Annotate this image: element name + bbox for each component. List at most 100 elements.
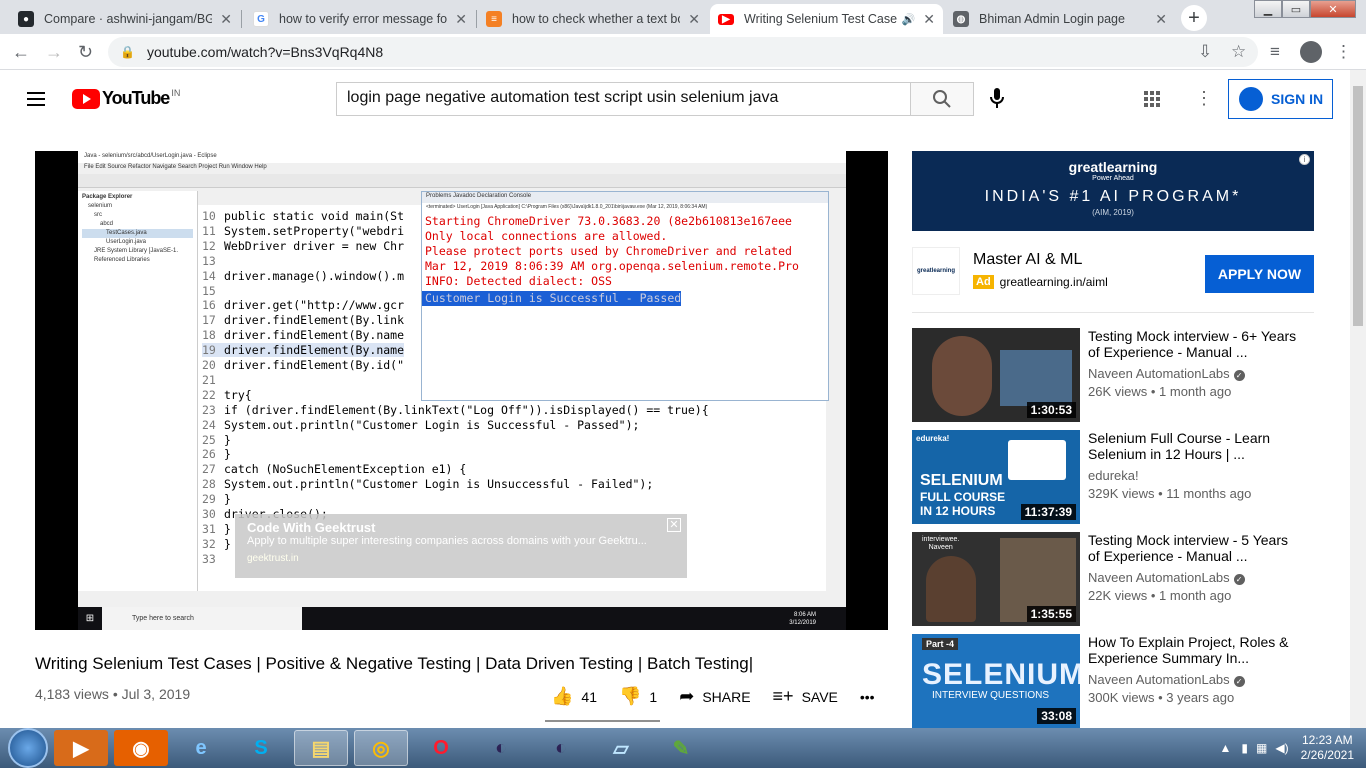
close-tab-icon[interactable]: ✕ bbox=[688, 11, 700, 28]
clock-time: 12:23 AM bbox=[1301, 733, 1353, 747]
volume-icon[interactable]: ◀) bbox=[1275, 741, 1288, 755]
tab-youtube-active[interactable]: ▶ Writing Selenium Test Case 🔊 ✕ bbox=[710, 4, 943, 34]
eclipse-icon[interactable]: ◐ bbox=[474, 730, 528, 766]
recommendation-title: How To Explain Project, Roles & Experien… bbox=[1088, 634, 1289, 666]
audio-playing-icon[interactable]: 🔊 bbox=[902, 13, 916, 26]
minimize-button[interactable]: ▁ bbox=[1254, 0, 1282, 18]
new-tab-button[interactable]: + bbox=[1181, 5, 1207, 31]
tab-stackoverflow[interactable]: ≡ how to check whether a text bo ✕ bbox=[478, 4, 708, 34]
firefox-icon[interactable]: ◉ bbox=[114, 730, 168, 766]
search-input[interactable]: login page negative automation test scri… bbox=[336, 82, 911, 116]
tab-google-search[interactable]: G how to verify error message for ✕ bbox=[245, 4, 475, 34]
thumb-text: INTERVIEW QUESTIONS bbox=[932, 690, 1050, 701]
search-button[interactable] bbox=[910, 82, 974, 116]
recommendation-item[interactable]: 1:30:53 Testing Mock interview - 6+ Year… bbox=[912, 328, 1342, 422]
lock-icon: 🔒 bbox=[120, 45, 135, 59]
video-meta: 4,183 views • Jul 3, 2019 bbox=[35, 686, 191, 702]
channel-label: Naveen AutomationLabs bbox=[1088, 366, 1230, 381]
close-tab-icon[interactable]: ✕ bbox=[455, 11, 467, 28]
file-explorer-icon[interactable]: ▤ bbox=[294, 730, 348, 766]
url-bar[interactable]: 🔒 youtube.com/watch?v=Bns3VqRq4N8 bbox=[108, 37, 1258, 67]
media-control-icon[interactable]: ≡ bbox=[1270, 42, 1280, 62]
code-line: 12 WebDriver driver = new Chr bbox=[202, 239, 404, 253]
divider bbox=[912, 312, 1314, 313]
install-icon[interactable]: ⇩ bbox=[1198, 42, 1212, 62]
video-thumbnail[interactable]: interviewee. Naveen 1:35:55 bbox=[912, 532, 1080, 626]
thumb-text: interviewee. bbox=[922, 536, 960, 543]
like-button[interactable]: 👍 41 bbox=[551, 686, 597, 707]
scrollbar-thumb[interactable] bbox=[1353, 86, 1363, 326]
close-tab-icon[interactable]: ✕ bbox=[1155, 11, 1167, 28]
tray-expand-icon[interactable]: ▲ bbox=[1220, 741, 1232, 755]
video-thumbnail[interactable]: 1:30:53 bbox=[912, 328, 1080, 422]
thumb-text: edureka! bbox=[916, 434, 950, 443]
tab-bhiman-admin[interactable]: ◍ Bhiman Admin Login page ✕ bbox=[945, 4, 1175, 34]
ad-banner[interactable]: greatlearning Power Ahead INDIA'S #1 AI P… bbox=[912, 151, 1314, 231]
channel-label: Naveen AutomationLabs bbox=[1088, 570, 1230, 585]
system-clock[interactable]: 12:23 AM 2/26/2021 bbox=[1301, 733, 1354, 763]
internet-explorer-icon[interactable]: e bbox=[174, 730, 228, 766]
video-player[interactable]: Java - selenium/src/abcd/UserLogin.java … bbox=[35, 151, 888, 630]
forward-icon[interactable]: → bbox=[45, 42, 63, 63]
sign-in-button[interactable]: SIGN IN bbox=[1228, 79, 1333, 119]
apply-now-button[interactable]: APPLY NOW bbox=[1205, 255, 1314, 293]
playlist-add-icon: ≡+ bbox=[772, 686, 794, 706]
close-tab-icon[interactable]: ✕ bbox=[220, 11, 232, 28]
start-button[interactable] bbox=[8, 728, 48, 768]
ad-info-icon[interactable]: i bbox=[1299, 154, 1310, 165]
media-player-icon[interactable]: ▶ bbox=[54, 730, 108, 766]
line-number: 21 bbox=[202, 372, 216, 387]
code-line: 15 bbox=[202, 284, 224, 298]
reload-icon[interactable]: ↻ bbox=[78, 42, 93, 63]
menu-dots-icon[interactable]: ⋮ bbox=[1335, 42, 1352, 62]
more-actions-icon[interactable]: ••• bbox=[860, 689, 875, 705]
video-thumbnail[interactable]: edureka! SELENIUM FULL COURSE IN 12 HOUR… bbox=[912, 430, 1080, 524]
recommendation-item[interactable]: Part -4 SELENIUM INTERVIEW QUESTIONS 33:… bbox=[912, 634, 1342, 728]
close-window-button[interactable]: ✕ bbox=[1310, 0, 1356, 18]
page-scrollbar[interactable] bbox=[1350, 70, 1366, 728]
view-count: 22K views • 1 month ago bbox=[1088, 588, 1232, 603]
battery-icon[interactable]: ▮ bbox=[1241, 741, 1248, 755]
dislike-count: 1 bbox=[649, 688, 658, 705]
notepad-icon[interactable]: ▱ bbox=[594, 730, 648, 766]
recommendation-item[interactable]: edureka! SELENIUM FULL COURSE IN 12 HOUR… bbox=[912, 430, 1342, 524]
code-text: System.setProperty("webdri bbox=[224, 223, 405, 238]
code-line: 17 driver.findElement(By.link bbox=[202, 313, 404, 327]
save-button[interactable]: ≡+ SAVE bbox=[773, 686, 838, 707]
explorer-item: Referenced Libraries bbox=[94, 257, 150, 263]
network-icon[interactable]: ▦ bbox=[1256, 741, 1267, 755]
microphone-icon[interactable] bbox=[990, 88, 1004, 113]
close-overlay-icon[interactable]: ✕ bbox=[667, 518, 681, 532]
youtube-logo[interactable]: YouTube IN bbox=[72, 88, 180, 109]
verified-icon: ✓ bbox=[1233, 574, 1245, 585]
skype-icon[interactable]: S bbox=[234, 730, 288, 766]
apps-grid-icon[interactable] bbox=[1144, 91, 1160, 107]
stackoverflow-icon: ≡ bbox=[486, 11, 502, 27]
share-button[interactable]: ➦ SHARE bbox=[679, 686, 750, 707]
channel-name: edureka! bbox=[1088, 468, 1139, 483]
back-icon[interactable]: ← bbox=[12, 42, 30, 63]
ad-card[interactable]: greatlearning Master AI & ML Ad greatlear… bbox=[912, 247, 1314, 299]
line-number: 30 bbox=[202, 507, 216, 521]
code-text: if (driver.findElement(By.linkText("Log … bbox=[224, 402, 709, 417]
bookmark-star-icon[interactable]: ☆ bbox=[1231, 42, 1246, 62]
video-thumbnail[interactable]: Part -4 SELENIUM INTERVIEW QUESTIONS 33:… bbox=[912, 634, 1080, 728]
profile-icon[interactable] bbox=[1300, 41, 1322, 63]
windows-logo-icon: ⊞ bbox=[85, 613, 95, 624]
youtube-play-icon bbox=[72, 88, 100, 109]
save-label: SAVE bbox=[801, 688, 838, 705]
chrome-icon[interactable]: ◎ bbox=[354, 730, 408, 766]
hamburger-menu-icon[interactable] bbox=[27, 92, 45, 106]
video-overlay-ad[interactable]: Code With Geektrust Apply to multiple su… bbox=[235, 514, 687, 578]
dislike-button[interactable]: 👎 1 bbox=[619, 686, 657, 707]
opera-icon[interactable]: O bbox=[414, 730, 468, 766]
recommendation-item[interactable]: interviewee. Naveen 1:35:55 Testing Mock … bbox=[912, 532, 1342, 626]
settings-dots-icon[interactable]: ⋮ bbox=[1195, 88, 1213, 109]
task-app-icon[interactable]: ✎ bbox=[654, 730, 708, 766]
maximize-button[interactable]: ▭ bbox=[1282, 0, 1310, 18]
close-tab-icon[interactable]: ✕ bbox=[923, 11, 935, 28]
share-icon: ➦ bbox=[679, 686, 695, 706]
eclipse-icon-2[interactable]: ◐ bbox=[534, 730, 588, 766]
tab-github-compare[interactable]: ● Compare · ashwini-jangam/BG ✕ bbox=[10, 4, 240, 34]
code-line: 11 System.setProperty("webdri bbox=[202, 224, 404, 238]
